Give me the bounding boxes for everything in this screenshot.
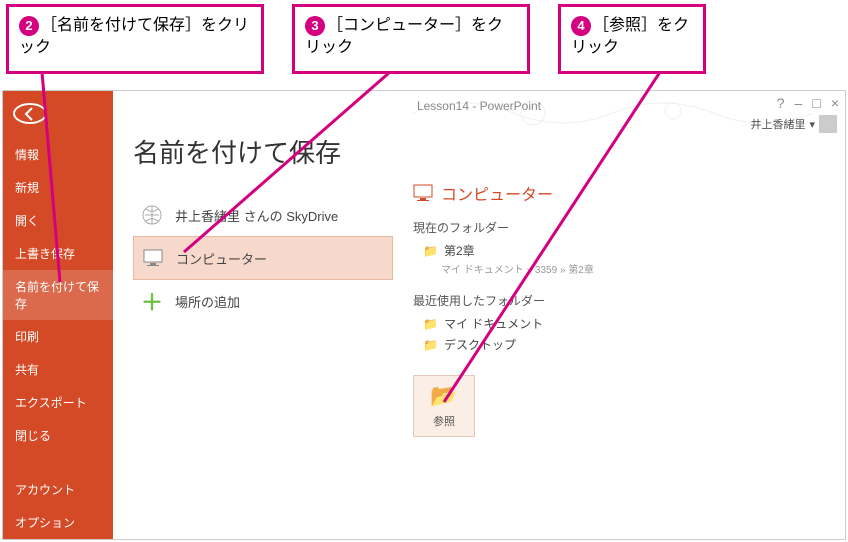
callout-3: 3［コンピューター］をクリック [292, 4, 530, 74]
page-title: 名前を付けて保存 [133, 133, 393, 170]
callout-text: ［コンピューター］をクリック [305, 17, 503, 56]
sidebar-item-open[interactable]: 開く [3, 204, 113, 237]
sidebar-item-print[interactable]: 印刷 [3, 320, 113, 353]
browse-button[interactable]: 📂 参照 [413, 375, 475, 437]
callout-text: ［名前を付けて保存］をクリック [19, 17, 249, 56]
sidebar-item-options[interactable]: オプション [3, 506, 113, 539]
folder-name: デスクトップ [444, 336, 516, 353]
location-skydrive[interactable]: 井上香緒里 さんの SkyDrive [133, 194, 393, 236]
folder-open-icon: 📂 [430, 383, 457, 409]
instruction-callouts: 2［名前を付けて保存］をクリック 3［コンピューター］をクリック 4［参照］をク… [0, 0, 848, 78]
pane-title: コンピューター [413, 181, 825, 205]
arrow-left-icon [22, 106, 38, 122]
sidebar-item-close[interactable]: 閉じる [3, 419, 113, 452]
folder-icon: 📁 [423, 244, 438, 258]
location-label: 場所の追加 [175, 292, 240, 311]
location-computer[interactable]: コンピューター [133, 236, 393, 280]
sidebar-item-new[interactable]: 新規 [3, 171, 113, 204]
sidebar-item-account[interactable]: アカウント [3, 473, 113, 506]
close-icon[interactable]: × [831, 95, 839, 111]
plus-icon: ＋ [141, 290, 163, 312]
callout-num: 2 [19, 16, 39, 36]
powerpoint-backstage: 情報 新規 開く 上書き保存 名前を付けて保存 印刷 共有 エクスポート 閉じる… [2, 90, 846, 540]
backstage-main: Lesson14 - PowerPoint ? – □ × 井上香緒里▾ 名前を… [113, 91, 845, 539]
recent-folder-label: 最近使用したフォルダー [413, 292, 825, 309]
current-folder-label: 現在のフォルダー [413, 219, 825, 236]
cloud-icon [141, 204, 163, 226]
current-folder[interactable]: 📁 第2章 [423, 242, 825, 259]
recent-folder[interactable]: 📁 デスクトップ [423, 336, 825, 353]
computer-icon [413, 184, 433, 202]
callout-num: 4 [571, 16, 591, 36]
location-label: コンピューター [176, 249, 267, 268]
backstage-sidebar: 情報 新規 開く 上書き保存 名前を付けて保存 印刷 共有 エクスポート 閉じる… [3, 91, 113, 539]
restore-icon[interactable]: □ [812, 95, 820, 111]
sidebar-item-info[interactable]: 情報 [3, 138, 113, 171]
location-add[interactable]: ＋ 場所の追加 [133, 280, 393, 322]
browse-label: 参照 [433, 413, 455, 429]
sidebar-item-save[interactable]: 上書き保存 [3, 237, 113, 270]
sidebar-item-share[interactable]: 共有 [3, 353, 113, 386]
computer-icon [142, 247, 164, 269]
help-icon[interactable]: ? [777, 95, 785, 111]
title-bar: Lesson14 - PowerPoint ? – □ × [113, 91, 845, 121]
folder-name: 第2章 [444, 242, 475, 259]
folder-icon: 📁 [423, 338, 438, 352]
location-label: 井上香緒里 さんの SkyDrive [175, 206, 338, 225]
callout-2: 2［名前を付けて保存］をクリック [6, 4, 264, 74]
sidebar-item-export[interactable]: エクスポート [3, 386, 113, 419]
folder-path: マイ ドキュメント » 3359 » 第2章 [441, 261, 825, 276]
callout-num: 3 [305, 16, 325, 36]
user-name: 井上香緒里 [750, 116, 805, 132]
recent-folder[interactable]: 📁 マイ ドキュメント [423, 315, 825, 332]
folder-icon: 📁 [423, 317, 438, 331]
minimize-icon[interactable]: – [795, 95, 803, 111]
window-title: Lesson14 - PowerPoint [417, 99, 541, 113]
callout-4: 4［参照］をクリック [558, 4, 706, 74]
sidebar-item-saveas[interactable]: 名前を付けて保存 [3, 270, 113, 320]
folder-name: マイ ドキュメント [444, 315, 543, 332]
user-account[interactable]: 井上香緒里▾ [750, 115, 837, 133]
back-button[interactable] [13, 103, 47, 124]
avatar-icon [819, 115, 837, 133]
